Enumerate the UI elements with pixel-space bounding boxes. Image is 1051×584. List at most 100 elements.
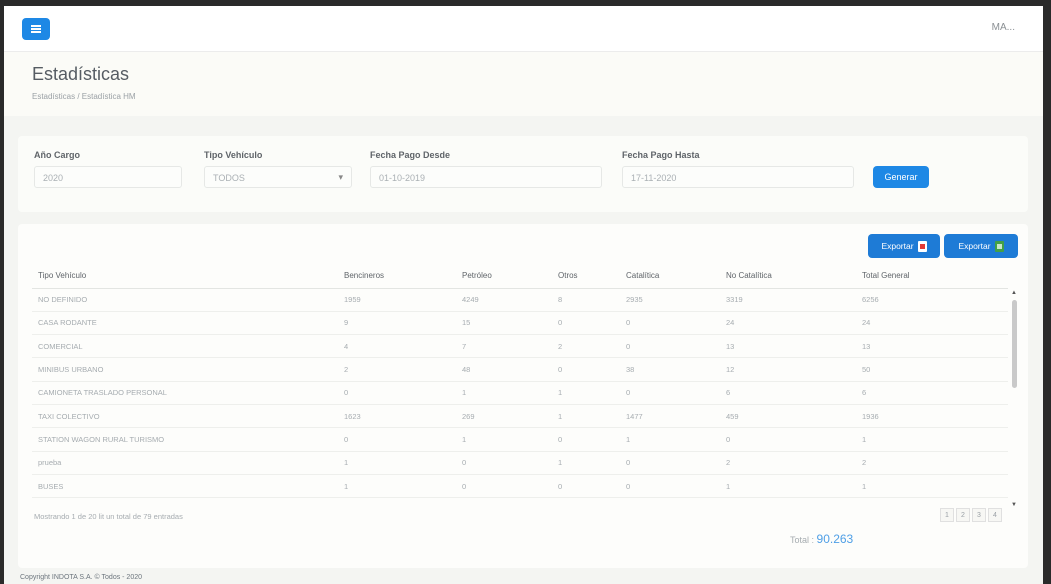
scroll-up-icon[interactable]: ▲: [1011, 290, 1017, 296]
cell: 1623: [338, 404, 456, 429]
cell: 6256: [856, 288, 1008, 312]
user-name[interactable]: MA...: [992, 22, 1015, 33]
table-header-row: Tipo Vehículo Bencineros Petróleo Otros …: [32, 264, 1008, 289]
cell: prueba: [32, 451, 338, 475]
menu-toggle-button[interactable]: [22, 18, 50, 40]
cell: 24: [720, 311, 856, 336]
cell: 9: [338, 311, 456, 336]
cell: 15: [456, 311, 552, 336]
hamburger-icon: [31, 25, 41, 33]
page-title: Estadísticas: [32, 64, 130, 84]
scrollbar-thumb[interactable]: [1012, 300, 1017, 388]
fecha-hasta-input[interactable]: 17-11-2020: [622, 166, 854, 188]
cell: 1: [620, 427, 720, 452]
cell: 0: [620, 311, 720, 336]
cell: 0: [620, 474, 720, 499]
col-header[interactable]: Tipo Vehículo: [32, 264, 338, 289]
total-label: Total :: [790, 535, 815, 545]
col-header[interactable]: Otros: [552, 264, 620, 289]
export-excel-label: Exportar: [958, 241, 991, 251]
cell: 1: [456, 427, 552, 452]
cell: 0: [338, 381, 456, 405]
table-row: prueba 1 0 1 0 2 2: [32, 451, 1008, 475]
col-header[interactable]: Petróleo: [456, 264, 552, 289]
cell: STATION WAGON RURAL TURISMO: [32, 427, 338, 452]
page-button-2[interactable]: 2: [956, 508, 970, 522]
tipo-label: Tipo Vehículo: [204, 150, 263, 160]
table-row: CAMIONETA TRASLADO PERSONAL 0 1 1 0 6 6: [32, 381, 1008, 405]
col-header[interactable]: No Catalítica: [720, 264, 856, 289]
cell: 2: [720, 451, 856, 475]
tipo-vehiculo-select[interactable]: TODOS: [204, 166, 352, 188]
cell: 0: [620, 381, 720, 405]
top-bar: MA...: [4, 6, 1043, 52]
cell: 0: [620, 334, 720, 359]
anio-label: Año Cargo: [34, 150, 80, 160]
fecha-desde-input[interactable]: 01-10-2019: [370, 166, 602, 188]
cell: CAMIONETA TRASLADO PERSONAL: [32, 381, 338, 405]
cell: 1: [552, 381, 620, 405]
cell: 1477: [620, 404, 720, 429]
export-excel-button[interactable]: Exportar: [944, 234, 1018, 258]
cell: BUSES: [32, 474, 338, 499]
cell: 0: [720, 427, 856, 452]
entries-info: Mostrando 1 de 20 lit un total de 79 ent…: [34, 512, 183, 521]
col-header[interactable]: Catalítica: [620, 264, 720, 289]
cell: 4: [338, 334, 456, 359]
total-value: 90.263: [816, 532, 854, 546]
excel-icon: [994, 240, 1004, 252]
cell: 48: [456, 357, 552, 382]
hasta-label: Fecha Pago Hasta: [622, 150, 700, 160]
total-summary: Total : 90.263: [790, 532, 853, 546]
tipo-value: TODOS: [213, 173, 245, 183]
cell: 7: [456, 334, 552, 359]
page-button-1[interactable]: 1: [940, 508, 954, 522]
table-card: Exportar Exportar Tipo Vehículo Benciner…: [18, 224, 1028, 568]
cell: 1: [456, 381, 552, 405]
export-pdf-button[interactable]: Exportar: [868, 234, 940, 258]
cell: 0: [620, 451, 720, 475]
anio-input[interactable]: 2020: [34, 166, 182, 188]
page-button-3[interactable]: 3: [972, 508, 986, 522]
cell: 24: [856, 311, 1008, 336]
desde-label: Fecha Pago Desde: [370, 150, 451, 160]
table-row: CASA RODANTE 9 15 0 0 24 24: [32, 311, 1008, 336]
export-pdf-label: Exportar: [881, 241, 914, 251]
cell: 6: [720, 381, 856, 405]
cell: 13: [720, 334, 856, 359]
cell: 3319: [720, 288, 856, 312]
cell: 50: [856, 357, 1008, 382]
footer-copyright: Copyright INDOTA S.A. © Todos - 2020: [20, 574, 143, 581]
cell: 1: [720, 474, 856, 499]
breadcrumb[interactable]: Estadísticas / Estadística HM: [32, 92, 136, 101]
cell: 12: [720, 357, 856, 382]
cell: COMERCIAL: [32, 334, 338, 359]
generar-button[interactable]: Generar: [873, 166, 929, 188]
cell: 1: [338, 474, 456, 499]
cell: 0: [552, 474, 620, 499]
scroll-down-icon[interactable]: ▼: [1011, 502, 1017, 508]
cell: TAXI COLECTIVO: [32, 404, 338, 429]
table-scrollbar[interactable]: ▲ ▼: [1010, 290, 1018, 508]
cell: 2: [338, 357, 456, 382]
page-header: Estadísticas Estadísticas / Estadística …: [4, 52, 1043, 116]
cell: 2: [552, 334, 620, 359]
cell: 6: [856, 381, 1008, 405]
cell: 1: [856, 427, 1008, 452]
table-row: MINIBUS URBANO 2 48 0 38 12 50: [32, 357, 1008, 382]
col-header[interactable]: Total General: [856, 264, 1008, 289]
cell: NO DEFINIDO: [32, 288, 338, 312]
cell: 459: [720, 404, 856, 429]
table-row: COMERCIAL 4 7 2 0 13 13: [32, 334, 1008, 359]
cell: 0: [456, 451, 552, 475]
cell: 2: [856, 451, 1008, 475]
cell: 1: [338, 451, 456, 475]
page-button-4[interactable]: 4: [988, 508, 1002, 522]
cell: 2935: [620, 288, 720, 312]
statistics-table: Tipo Vehículo Bencineros Petróleo Otros …: [32, 264, 1008, 499]
cell: 1936: [856, 404, 1008, 429]
filters-card: Año Cargo 2020 Tipo Vehículo TODOS Fecha…: [18, 136, 1028, 212]
cell: 38: [620, 357, 720, 382]
cell: 0: [552, 357, 620, 382]
col-header[interactable]: Bencineros: [338, 264, 456, 289]
